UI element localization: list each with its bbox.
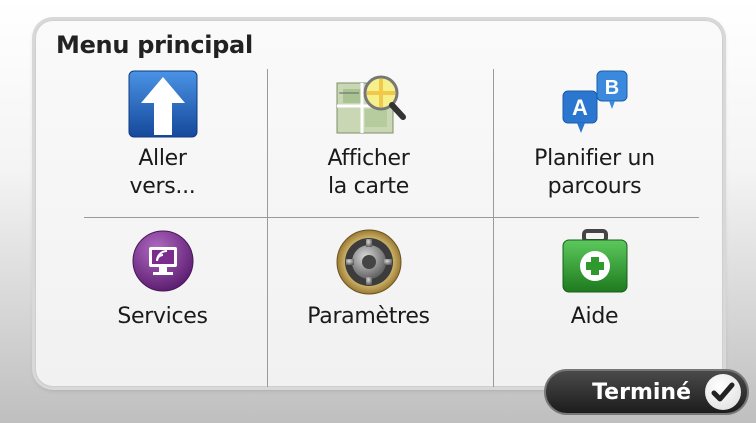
menu-item-label: Services bbox=[117, 304, 208, 329]
menu-item-services[interactable]: Services bbox=[60, 227, 265, 375]
menu-item-label: Afficher la carte bbox=[327, 146, 410, 199]
menu-item-label: Paramètres bbox=[307, 304, 430, 329]
main-menu-panel: Menu principal Aller vers... Afficher la… bbox=[35, 20, 723, 387]
monitor-wireless-icon bbox=[132, 230, 193, 292]
menu-item-aide[interactable]: Aide bbox=[492, 227, 697, 375]
done-button[interactable]: Terminé bbox=[544, 369, 749, 415]
checkmark-icon bbox=[705, 374, 741, 410]
menu-item-label: Aller vers... bbox=[129, 146, 196, 199]
grid-divider bbox=[84, 217, 699, 218]
menu-item-aller-vers[interactable]: Aller vers... bbox=[60, 69, 265, 217]
menu-item-parametres[interactable]: Paramètres bbox=[266, 227, 471, 375]
menu-item-label: Aide bbox=[570, 304, 619, 329]
map-magnifier-icon bbox=[336, 75, 406, 134]
svg-text:B: B bbox=[604, 77, 618, 99]
menu-item-afficher-carte[interactable]: Afficher la carte bbox=[266, 69, 471, 217]
gear-icon bbox=[336, 229, 401, 295]
route-ab-icon: B A bbox=[562, 70, 627, 133]
menu-grid: Aller vers... Afficher la carte B A Plan… bbox=[84, 69, 699, 387]
done-button-label: Terminé bbox=[592, 379, 691, 405]
svg-text:A: A bbox=[572, 95, 588, 120]
menu-item-planifier-parcours[interactable]: B A Planifier un parcours bbox=[492, 69, 697, 217]
arrow-up-icon bbox=[128, 70, 197, 138]
first-aid-kit-icon bbox=[562, 229, 627, 293]
page-title: Menu principal bbox=[56, 31, 253, 59]
menu-item-label: Planifier un parcours bbox=[534, 146, 655, 199]
